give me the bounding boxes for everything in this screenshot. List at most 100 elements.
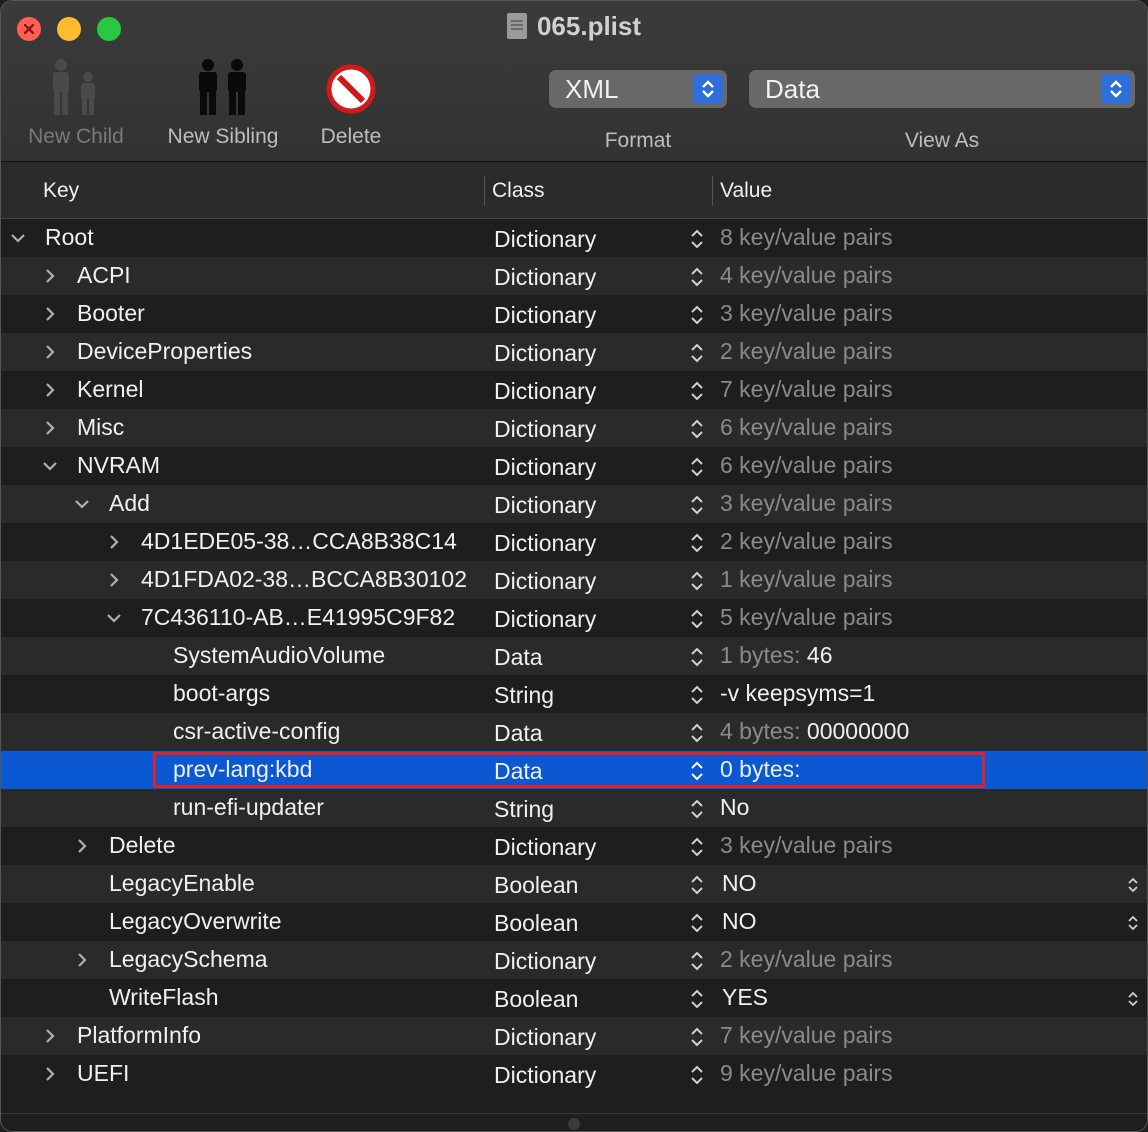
row-value[interactable]: 8 key/value pairs [720,219,893,257]
chevron-down-icon[interactable] [105,609,123,627]
row-key[interactable]: Add [109,485,150,523]
row-class[interactable]: Dictionary [494,827,596,865]
outline-row[interactable]: Delete Dictionary 3 key/value pairs [1,827,1147,865]
outline-row[interactable]: LegacyEnable Boolean NO [1,865,1147,903]
row-value[interactable]: 3 key/value pairs [720,295,893,333]
class-stepper-icon[interactable] [689,798,705,820]
row-value[interactable]: 3 key/value pairs [720,827,893,865]
column-divider[interactable] [712,176,713,206]
column-header-class[interactable]: Class [492,162,545,218]
class-stepper-icon[interactable] [689,380,705,402]
row-value[interactable]: 4 key/value pairs [720,257,893,295]
chevron-right-icon[interactable] [73,837,91,855]
row-value[interactable]: 1 key/value pairs [720,561,893,599]
outline-row[interactable]: Root Dictionary 8 key/value pairs [1,219,1147,257]
class-stepper-icon[interactable] [689,418,705,440]
row-class[interactable]: Data [494,637,543,675]
row-value[interactable]: 4 bytes: 00000000 [720,713,909,751]
row-key[interactable]: Booter [77,295,145,333]
row-value[interactable]: NO [722,903,757,941]
chevron-right-icon[interactable] [41,1065,59,1083]
row-class[interactable]: Boolean [494,903,578,941]
class-stepper-icon[interactable] [689,456,705,478]
row-value[interactable]: 7 key/value pairs [720,1017,893,1055]
row-key[interactable]: 4D1FDA02-38…BCCA8B30102 [141,561,467,599]
chevron-right-icon[interactable] [41,419,59,437]
class-stepper-icon[interactable] [689,304,705,326]
row-key[interactable]: Root [45,219,94,257]
outline-row[interactable]: Add Dictionary 3 key/value pairs [1,485,1147,523]
outline-row[interactable]: ACPI Dictionary 4 key/value pairs [1,257,1147,295]
row-class[interactable]: Dictionary [494,219,596,257]
new-sibling-button[interactable]: New Sibling [161,57,285,149]
class-stepper-icon[interactable] [689,836,705,858]
outline-row[interactable]: NVRAM Dictionary 6 key/value pairs [1,447,1147,485]
row-key[interactable]: Kernel [77,371,143,409]
outline-row[interactable]: DeviceProperties Dictionary 2 key/value pa… [1,333,1147,371]
row-value[interactable]: 2 key/value pairs [720,333,893,371]
row-value[interactable]: 7 key/value pairs [720,371,893,409]
row-key[interactable]: LegacyOverwrite [109,903,282,941]
class-stepper-icon[interactable] [689,1064,705,1086]
row-class[interactable]: Dictionary [494,941,596,979]
row-value[interactable]: No [720,789,749,827]
column-divider[interactable] [484,176,485,206]
class-stepper-icon[interactable] [689,342,705,364]
row-value[interactable]: 2 key/value pairs [720,941,893,979]
outline-row[interactable]: SystemAudioVolume Data 1 bytes: 46 [1,637,1147,675]
row-class[interactable]: Dictionary [494,447,596,485]
row-class[interactable]: Dictionary [494,371,596,409]
row-key[interactable]: DeviceProperties [77,333,252,371]
class-stepper-icon[interactable] [689,950,705,972]
resize-handle[interactable] [568,1118,580,1130]
row-value[interactable]: 2 key/value pairs [720,523,893,561]
row-class[interactable]: Dictionary [494,295,596,333]
row-class[interactable]: Dictionary [494,523,596,561]
outline-row[interactable]: WriteFlash Boolean YES [1,979,1147,1017]
row-key[interactable]: 7C436110-AB…E41995C9F82 [141,599,455,637]
outline-row[interactable]: LegacyOverwrite Boolean NO [1,903,1147,941]
row-key[interactable]: PlatformInfo [77,1017,201,1055]
row-key[interactable]: Misc [77,409,124,447]
chevron-right-icon[interactable] [41,381,59,399]
class-stepper-icon[interactable] [689,570,705,592]
outline-row[interactable]: csr-active-config Data 4 bytes: 00000000 [1,713,1147,751]
row-key[interactable]: run-efi-updater [173,789,324,827]
row-class[interactable]: Dictionary [494,1017,596,1055]
new-child-button[interactable]: New Child [21,57,131,149]
row-key[interactable]: csr-active-config [173,713,340,751]
outline-row[interactable]: Misc Dictionary 6 key/value pairs [1,409,1147,447]
class-stepper-icon[interactable] [689,722,705,744]
row-class[interactable]: Dictionary [494,333,596,371]
chevron-right-icon[interactable] [41,305,59,323]
class-stepper-icon[interactable] [689,266,705,288]
outline-row[interactable]: run-efi-updater String No [1,789,1147,827]
row-class[interactable]: Boolean [494,865,578,903]
row-value[interactable]: 3 key/value pairs [720,485,893,523]
class-stepper-icon[interactable] [689,684,705,706]
chevron-right-icon[interactable] [41,267,59,285]
outline-row[interactable]: 7C436110-AB…E41995C9F82 Dictionary 5 key/v… [1,599,1147,637]
row-class[interactable]: Boolean [494,979,578,1017]
column-header-key[interactable]: Key [43,162,79,218]
chevron-right-icon[interactable] [41,1027,59,1045]
class-stepper-icon[interactable] [689,494,705,516]
outline-row[interactable]: Kernel Dictionary 7 key/value pairs [1,371,1147,409]
row-value[interactable]: 6 key/value pairs [720,409,893,447]
row-value[interactable]: YES [722,979,768,1017]
row-class[interactable]: String [494,789,554,827]
row-class[interactable]: Dictionary [494,257,596,295]
row-key[interactable]: UEFI [77,1055,129,1093]
class-stepper-icon[interactable] [689,988,705,1010]
chevron-right-icon[interactable] [41,343,59,361]
chevron-right-icon[interactable] [105,533,123,551]
outline-row[interactable]: 4D1FDA02-38…BCCA8B30102 Dictionary 1 key/v… [1,561,1147,599]
row-value[interactable]: 6 key/value pairs [720,447,893,485]
row-class[interactable]: Dictionary [494,1055,596,1093]
outline-row[interactable]: UEFI Dictionary 9 key/value pairs [1,1055,1147,1093]
chevron-down-icon[interactable] [73,495,91,513]
outline-row[interactable]: PlatformInfo Dictionary 7 key/value pairs [1,1017,1147,1055]
row-key[interactable]: boot-args [173,675,270,713]
value-popup-stepper-icon[interactable] [1126,990,1140,1008]
row-value[interactable]: NO [722,865,757,903]
